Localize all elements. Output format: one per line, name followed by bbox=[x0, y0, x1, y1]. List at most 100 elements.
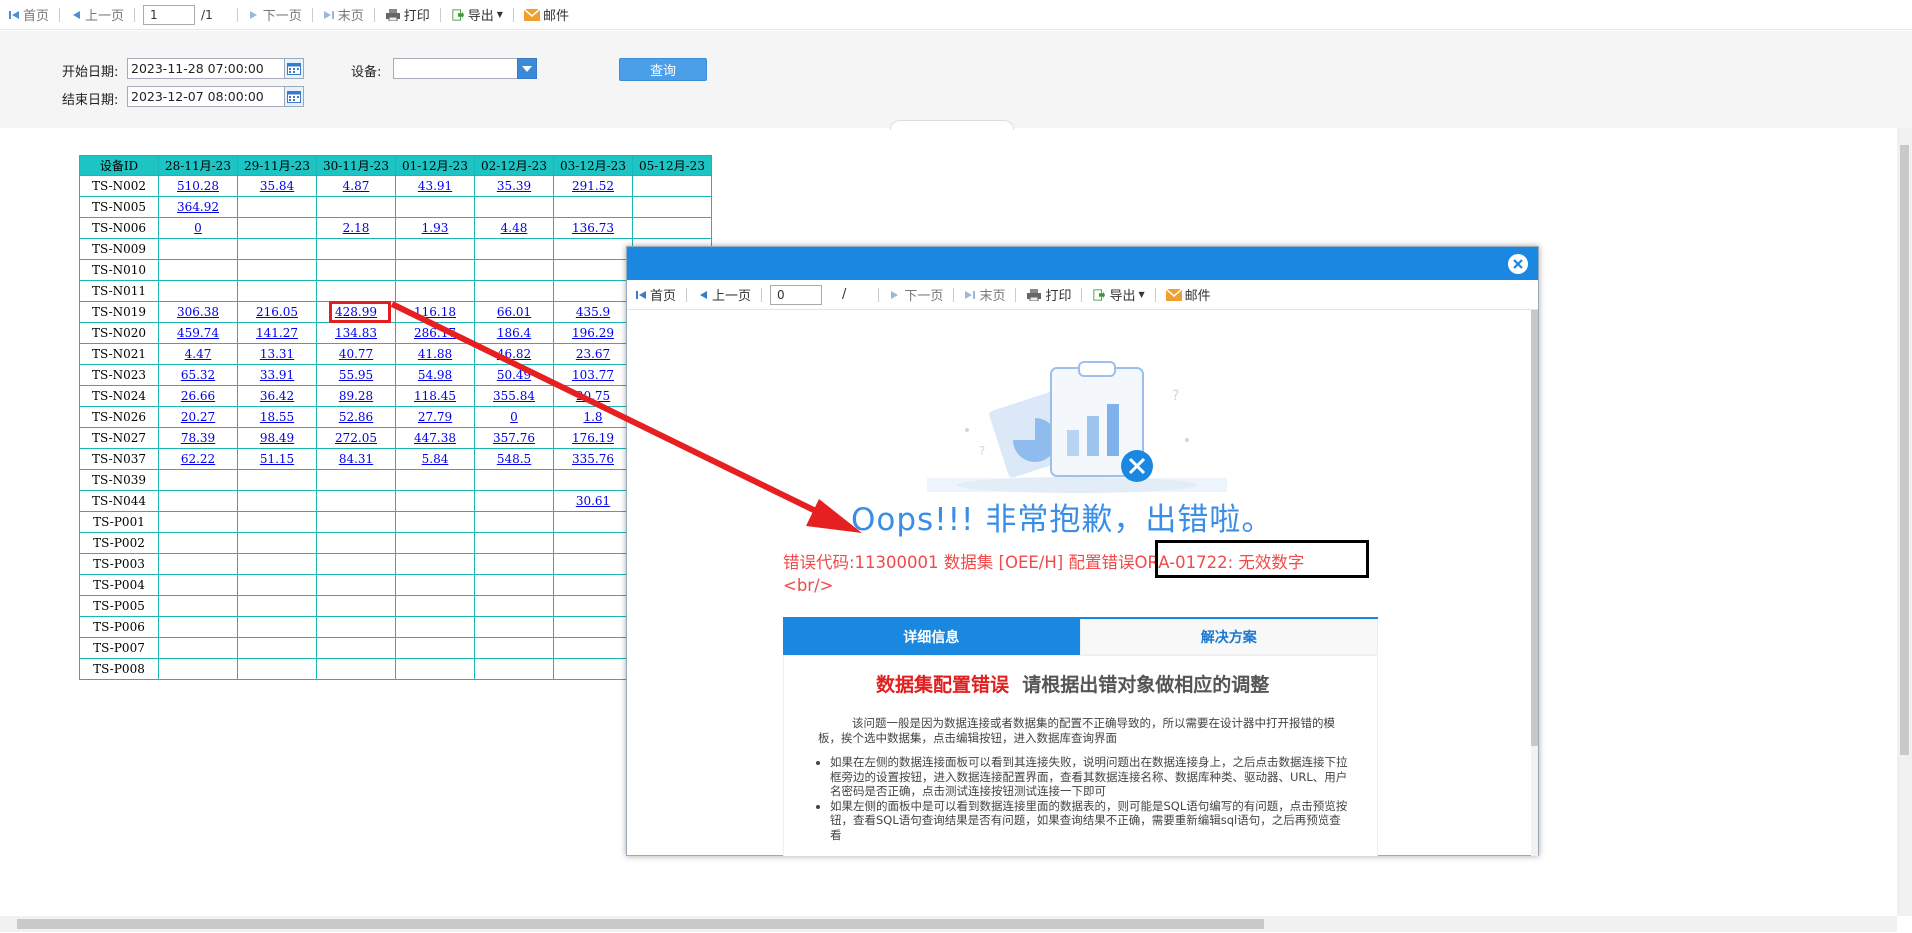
vertical-scrollbar-thumb[interactable] bbox=[1900, 145, 1909, 755]
value-cell[interactable]: 216.05 bbox=[237, 301, 317, 323]
export-button[interactable]: 导出 ▼ bbox=[447, 4, 507, 26]
value-cell[interactable]: 30.61 bbox=[553, 490, 633, 512]
value-cell[interactable]: 1.8 bbox=[553, 406, 633, 428]
value-cell[interactable]: 27.79 bbox=[395, 406, 475, 428]
value-cell[interactable]: 50.49 bbox=[474, 364, 554, 386]
dialog-next-page-button[interactable]: 下一页 bbox=[885, 284, 947, 306]
tab-solution[interactable]: 解决方案 bbox=[1079, 619, 1378, 655]
device-dropdown-button[interactable] bbox=[517, 58, 537, 79]
value-cell[interactable]: 20.75 bbox=[553, 385, 633, 407]
value-cell[interactable]: 84.31 bbox=[316, 448, 396, 470]
dialog-first-page-button[interactable]: 首页 bbox=[631, 284, 680, 306]
start-date-input[interactable]: 2023-11-28 07:00:00 bbox=[127, 58, 286, 79]
tab-details[interactable]: 详细信息 bbox=[783, 619, 1080, 655]
close-button[interactable] bbox=[1508, 254, 1528, 274]
value-cell[interactable]: 36.42 bbox=[237, 385, 317, 407]
value-cell[interactable]: 134.83 bbox=[316, 322, 396, 344]
value-cell[interactable]: 2.18 bbox=[316, 217, 396, 239]
value-cell[interactable]: 66.01 bbox=[474, 301, 554, 323]
value-cell[interactable]: 13.31 bbox=[237, 343, 317, 365]
value-cell[interactable]: 35.84 bbox=[237, 175, 317, 197]
end-date-calendar-button[interactable] bbox=[284, 86, 304, 107]
dialog-print-button[interactable]: 打印 bbox=[1022, 284, 1075, 306]
value-cell[interactable]: 51.15 bbox=[237, 448, 317, 470]
value-cell[interactable]: 0 bbox=[474, 406, 554, 428]
value-cell[interactable]: 4.48 bbox=[474, 217, 554, 239]
prev-page-button[interactable]: 上一页 bbox=[66, 4, 128, 26]
value-cell bbox=[632, 217, 712, 239]
value-cell[interactable]: 118.45 bbox=[395, 385, 475, 407]
next-page-button[interactable]: 下一页 bbox=[244, 4, 306, 26]
value-cell[interactable]: 116.18 bbox=[395, 301, 475, 323]
value-cell[interactable]: 141.27 bbox=[237, 322, 317, 344]
value-cell[interactable]: 20.27 bbox=[158, 406, 238, 428]
value-cell[interactable]: 1.93 bbox=[395, 217, 475, 239]
dialog-print-label: 打印 bbox=[1045, 289, 1072, 304]
value-cell[interactable]: 52.86 bbox=[316, 406, 396, 428]
page-horizontal-scrollbar[interactable] bbox=[0, 916, 1897, 932]
value-cell[interactable]: 43.91 bbox=[395, 175, 475, 197]
value-cell[interactable]: 46.82 bbox=[474, 343, 554, 365]
page-vertical-scrollbar[interactable] bbox=[1897, 128, 1912, 916]
mail-button[interactable]: 邮件 bbox=[520, 4, 573, 26]
value-cell[interactable]: 306.38 bbox=[158, 301, 238, 323]
value-cell[interactable]: 272.05 bbox=[316, 427, 396, 449]
value-cell[interactable]: 103.77 bbox=[553, 364, 633, 386]
value-cell[interactable]: 62.22 bbox=[158, 448, 238, 470]
end-date-input[interactable]: 2023-12-07 08:00:00 bbox=[127, 86, 286, 107]
value-cell[interactable]: 459.74 bbox=[158, 322, 238, 344]
value-cell[interactable]: 18.55 bbox=[237, 406, 317, 428]
value-cell[interactable]: 355.84 bbox=[474, 385, 554, 407]
value-cell[interactable]: 54.98 bbox=[395, 364, 475, 386]
start-date-calendar-button[interactable] bbox=[284, 58, 304, 79]
page-number-input[interactable]: 1 bbox=[143, 4, 196, 25]
value-cell[interactable]: 26.66 bbox=[158, 385, 238, 407]
value-cell[interactable]: 35.39 bbox=[474, 175, 554, 197]
value-cell[interactable]: 98.49 bbox=[237, 427, 317, 449]
value-cell[interactable]: 548.5 bbox=[474, 448, 554, 470]
value-cell[interactable]: 286.17 bbox=[395, 322, 475, 344]
dialog-mail-button[interactable]: 邮件 bbox=[1162, 284, 1215, 306]
query-button[interactable]: 查询 bbox=[619, 58, 707, 81]
table-row: TS-N020 459.74 141.27 134.83 286.17 186.4 196.… bbox=[79, 322, 712, 344]
value-cell[interactable]: 136.73 bbox=[553, 217, 633, 239]
value-cell[interactable]: 4.47 bbox=[158, 343, 238, 365]
dialog-last-page-button[interactable]: 末页 bbox=[960, 284, 1009, 306]
value-cell[interactable]: 78.39 bbox=[158, 427, 238, 449]
value-cell[interactable]: 0 bbox=[158, 217, 238, 239]
value-cell[interactable]: 335.76 bbox=[553, 448, 633, 470]
value-cell[interactable]: 357.76 bbox=[474, 427, 554, 449]
dialog-prev-page-button[interactable]: 上一页 bbox=[693, 284, 755, 306]
table-row: TS-N021 4.47 13.31 40.77 41.88 46.82 23.67 bbox=[79, 343, 712, 365]
value-cell[interactable]: 40.77 bbox=[316, 343, 396, 365]
print-button[interactable]: 打印 bbox=[381, 4, 434, 26]
value-cell[interactable]: 5.84 bbox=[395, 448, 475, 470]
dialog-scrollbar-thumb[interactable] bbox=[1531, 310, 1538, 746]
value-cell[interactable]: 33.91 bbox=[237, 364, 317, 386]
value-cell[interactable]: 23.67 bbox=[553, 343, 633, 365]
last-page-button[interactable]: 末页 bbox=[319, 4, 368, 26]
value-cell[interactable]: 196.29 bbox=[553, 322, 633, 344]
value-cell[interactable]: 510.28 bbox=[158, 175, 238, 197]
collapse-filter-handle[interactable] bbox=[890, 120, 1014, 130]
value-cell[interactable]: 364.92 bbox=[158, 196, 238, 218]
value-cell[interactable]: 435.9 bbox=[553, 301, 633, 323]
dialog-page-number-input[interactable]: 0 bbox=[770, 284, 823, 305]
value-cell[interactable]: 89.28 bbox=[316, 385, 396, 407]
value-cell[interactable]: 65.32 bbox=[158, 364, 238, 386]
first-page-icon bbox=[9, 10, 19, 19]
value-cell[interactable]: 176.19 bbox=[553, 427, 633, 449]
device-select[interactable] bbox=[393, 58, 519, 79]
value-cell[interactable]: 41.88 bbox=[395, 343, 475, 365]
dialog-scrollbar[interactable] bbox=[1531, 310, 1538, 856]
value-cell[interactable]: 447.38 bbox=[395, 427, 475, 449]
value-cell[interactable]: 55.95 bbox=[316, 364, 396, 386]
first-page-button[interactable]: 首页 bbox=[4, 4, 53, 26]
horizontal-scrollbar-thumb[interactable] bbox=[17, 919, 1264, 929]
value-cell[interactable]: 291.52 bbox=[553, 175, 633, 197]
dialog-export-button[interactable]: 导出 ▼ bbox=[1088, 284, 1148, 306]
dialog-first-page-label: 首页 bbox=[650, 289, 677, 304]
value-cell[interactable]: 4.87 bbox=[316, 175, 396, 197]
value-cell[interactable]: 186.4 bbox=[474, 322, 554, 344]
value-cell bbox=[553, 196, 633, 218]
